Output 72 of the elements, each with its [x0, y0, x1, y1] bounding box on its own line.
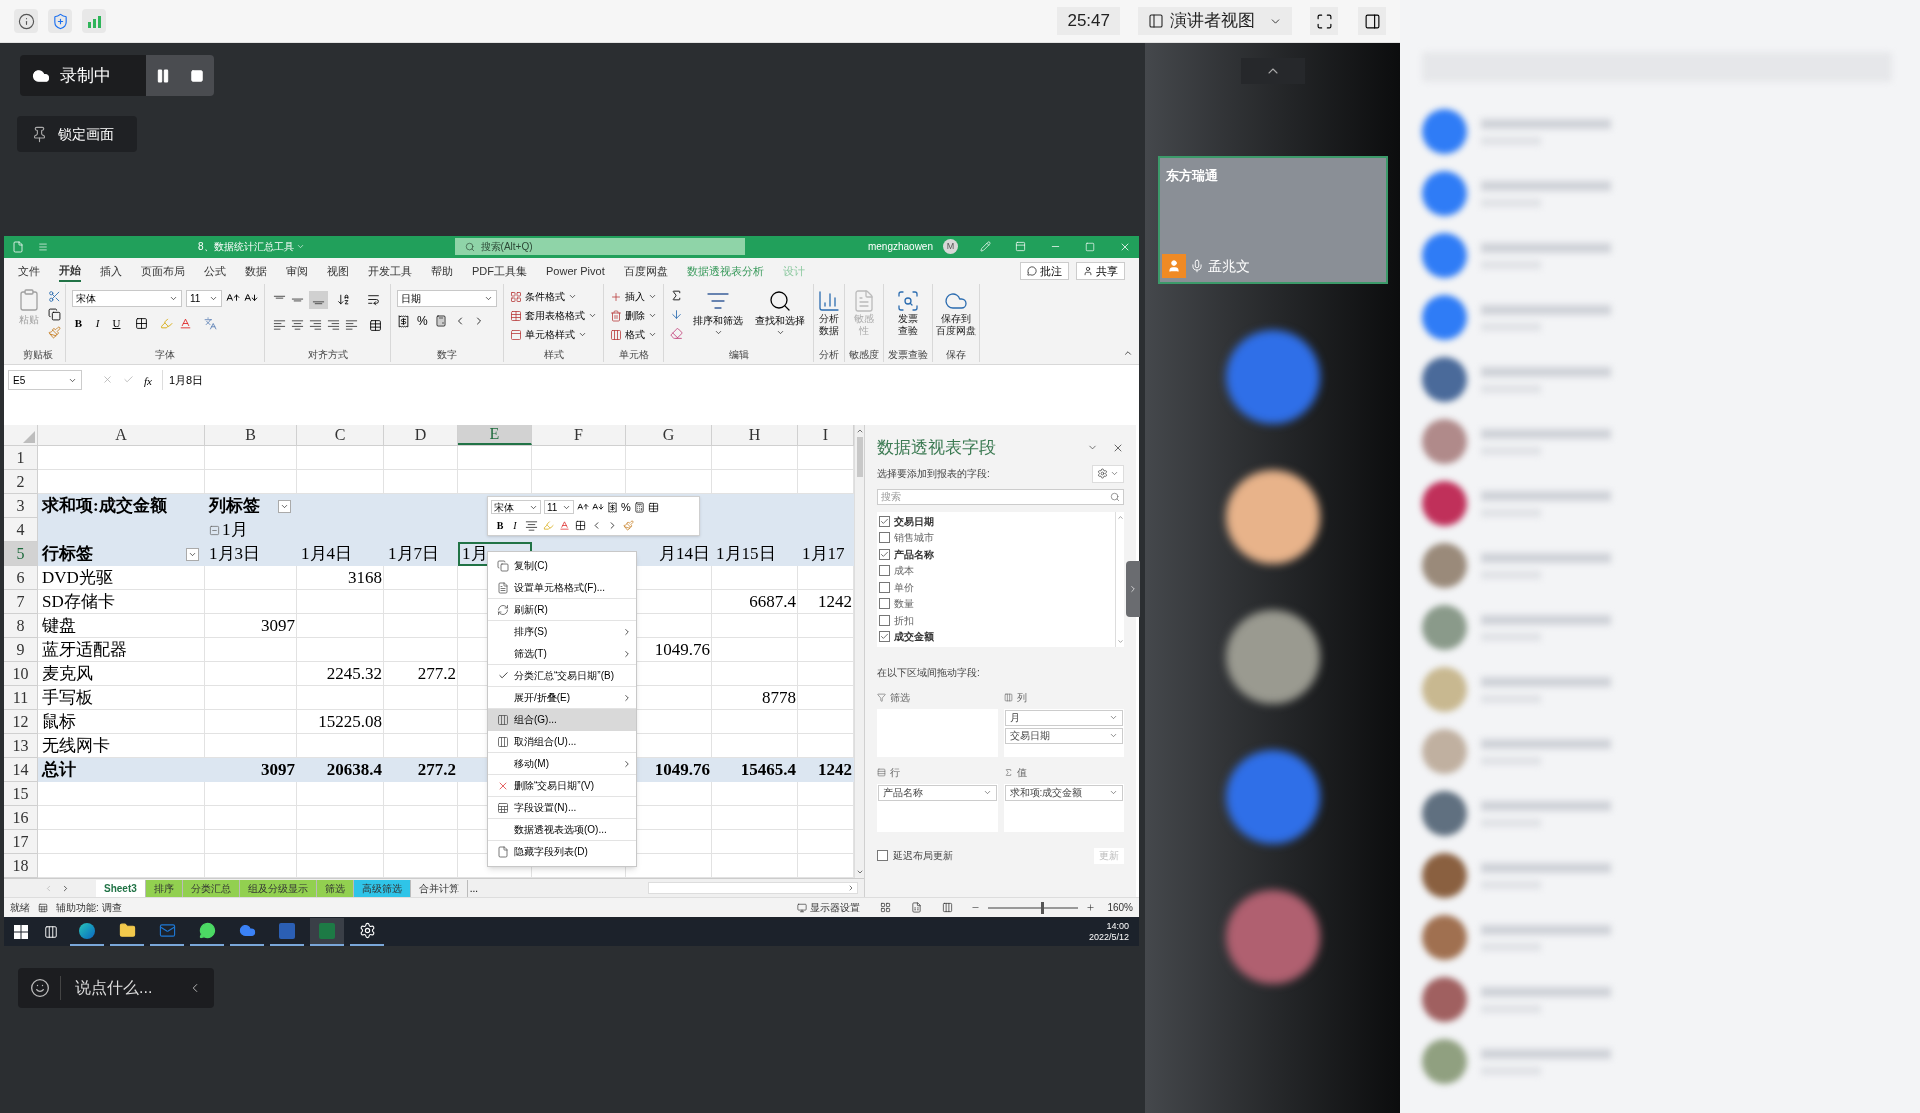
field-label: 交易日期 — [894, 514, 934, 529]
cell-text: 总计 — [40, 759, 76, 782]
clock-date: 2022/5/12 — [1088, 931, 1129, 943]
cell-text: 20638.4 — [326, 759, 383, 782]
cell-text: 1242 — [818, 590, 853, 613]
cell-text: 月14日 — [659, 543, 711, 566]
cell-text: 1月4日 — [300, 543, 352, 566]
ribbon-group-label: 单元格 — [618, 347, 649, 362]
checkbox-label: 延迟布局更新 — [893, 849, 953, 864]
meeting-timer: 25:47 — [1057, 7, 1120, 35]
ribbon-group-label: 数字 — [437, 347, 457, 362]
cell-text: 麦克风 — [41, 662, 93, 685]
field-label: 成交金额 — [894, 630, 934, 645]
areas-hint: 在以下区域间拖动字段: — [877, 665, 981, 680]
cell-text: 列标签 — [209, 495, 260, 518]
field-label: 单价 — [894, 580, 914, 595]
area-label: 值 — [1016, 765, 1027, 780]
field-label: 数量 — [894, 597, 914, 612]
cell-text: 手写板 — [41, 686, 93, 709]
cell-text: 1月7日 — [387, 543, 439, 566]
cell-text: 3168 — [348, 566, 383, 589]
ribbon-group-label: 编辑 — [728, 347, 749, 362]
field-label: 销售城市 — [894, 531, 934, 546]
cell-text: 6687.4 — [749, 590, 797, 613]
pane-subtitle: 选择要添加到报表的字段: — [877, 467, 990, 482]
pane-title: 数据透视表字段 — [877, 437, 996, 460]
cell-text: 15225.08 — [318, 710, 383, 733]
ribbon-group-label: 字体 — [155, 347, 175, 362]
clock-time: 14:00 — [1106, 920, 1129, 932]
cell-text: 3097 — [261, 614, 296, 637]
status-text: 就绪 — [10, 901, 30, 916]
workbook-title: 8、数据统计汇总工具 — [198, 240, 294, 255]
cell-text: 键盘 — [41, 614, 76, 637]
area-label: 行 — [890, 765, 900, 780]
cell-text: 1月15日 — [715, 543, 776, 566]
cell-text: SD存储卡 — [41, 590, 115, 613]
cell-text: 1月 — [222, 519, 248, 542]
cell-text: 无线网卡 — [41, 734, 110, 757]
video-org-label: 东方瑞通 — [1165, 167, 1218, 185]
cell-text: 1月3日 — [208, 543, 260, 566]
ribbon-group-label: 样式 — [543, 347, 564, 362]
cell-text: 3097 — [261, 759, 296, 782]
recording-indicator: 录制中 — [20, 55, 146, 96]
area-label: 列 — [1016, 690, 1027, 705]
user-name: mengzhaowen — [867, 240, 933, 255]
cell-text: 1049.76 — [654, 759, 711, 782]
cell-text: 277.2 — [417, 759, 457, 782]
cell-text: 蓝牙适配器 — [41, 638, 127, 661]
field-label: 产品名称 — [894, 547, 934, 562]
ribbon-group-label: 分析 — [819, 347, 839, 362]
cell-text: 鼠标 — [41, 710, 76, 733]
ribbon-group-label: 对齐方式 — [307, 347, 348, 362]
field-label: 成本 — [894, 564, 914, 579]
speaker-name: 孟兆文 — [1207, 256, 1250, 276]
cell-text: 8778 — [762, 686, 797, 709]
cell-text: 1月 — [461, 543, 488, 566]
ribbon-group-label: 敏感度 — [849, 347, 879, 362]
cell-text: 1月17 — [801, 543, 845, 566]
ribbon-group-label: 剪贴板 — [22, 347, 53, 362]
area-label: 筛选 — [890, 690, 910, 705]
cell-text: 277.2 — [417, 662, 457, 685]
cell-text: 1242 — [818, 759, 853, 782]
cell-text: 15465.4 — [740, 759, 797, 782]
field-label: 折扣 — [894, 613, 914, 628]
cell-text: 求和项:成交金额 — [40, 495, 167, 518]
ribbon-group-label: 发票查验 — [888, 347, 928, 362]
ribbon-large-button: 敏感 性 — [852, 288, 876, 337]
cell-text: 1049.76 — [654, 638, 711, 661]
cell-text: DVD光驱 — [41, 566, 113, 589]
ribbon-group-label: 保存 — [946, 347, 966, 362]
cell-text: 2245.32 — [326, 662, 383, 685]
cell-text: 行标签 — [42, 543, 93, 566]
